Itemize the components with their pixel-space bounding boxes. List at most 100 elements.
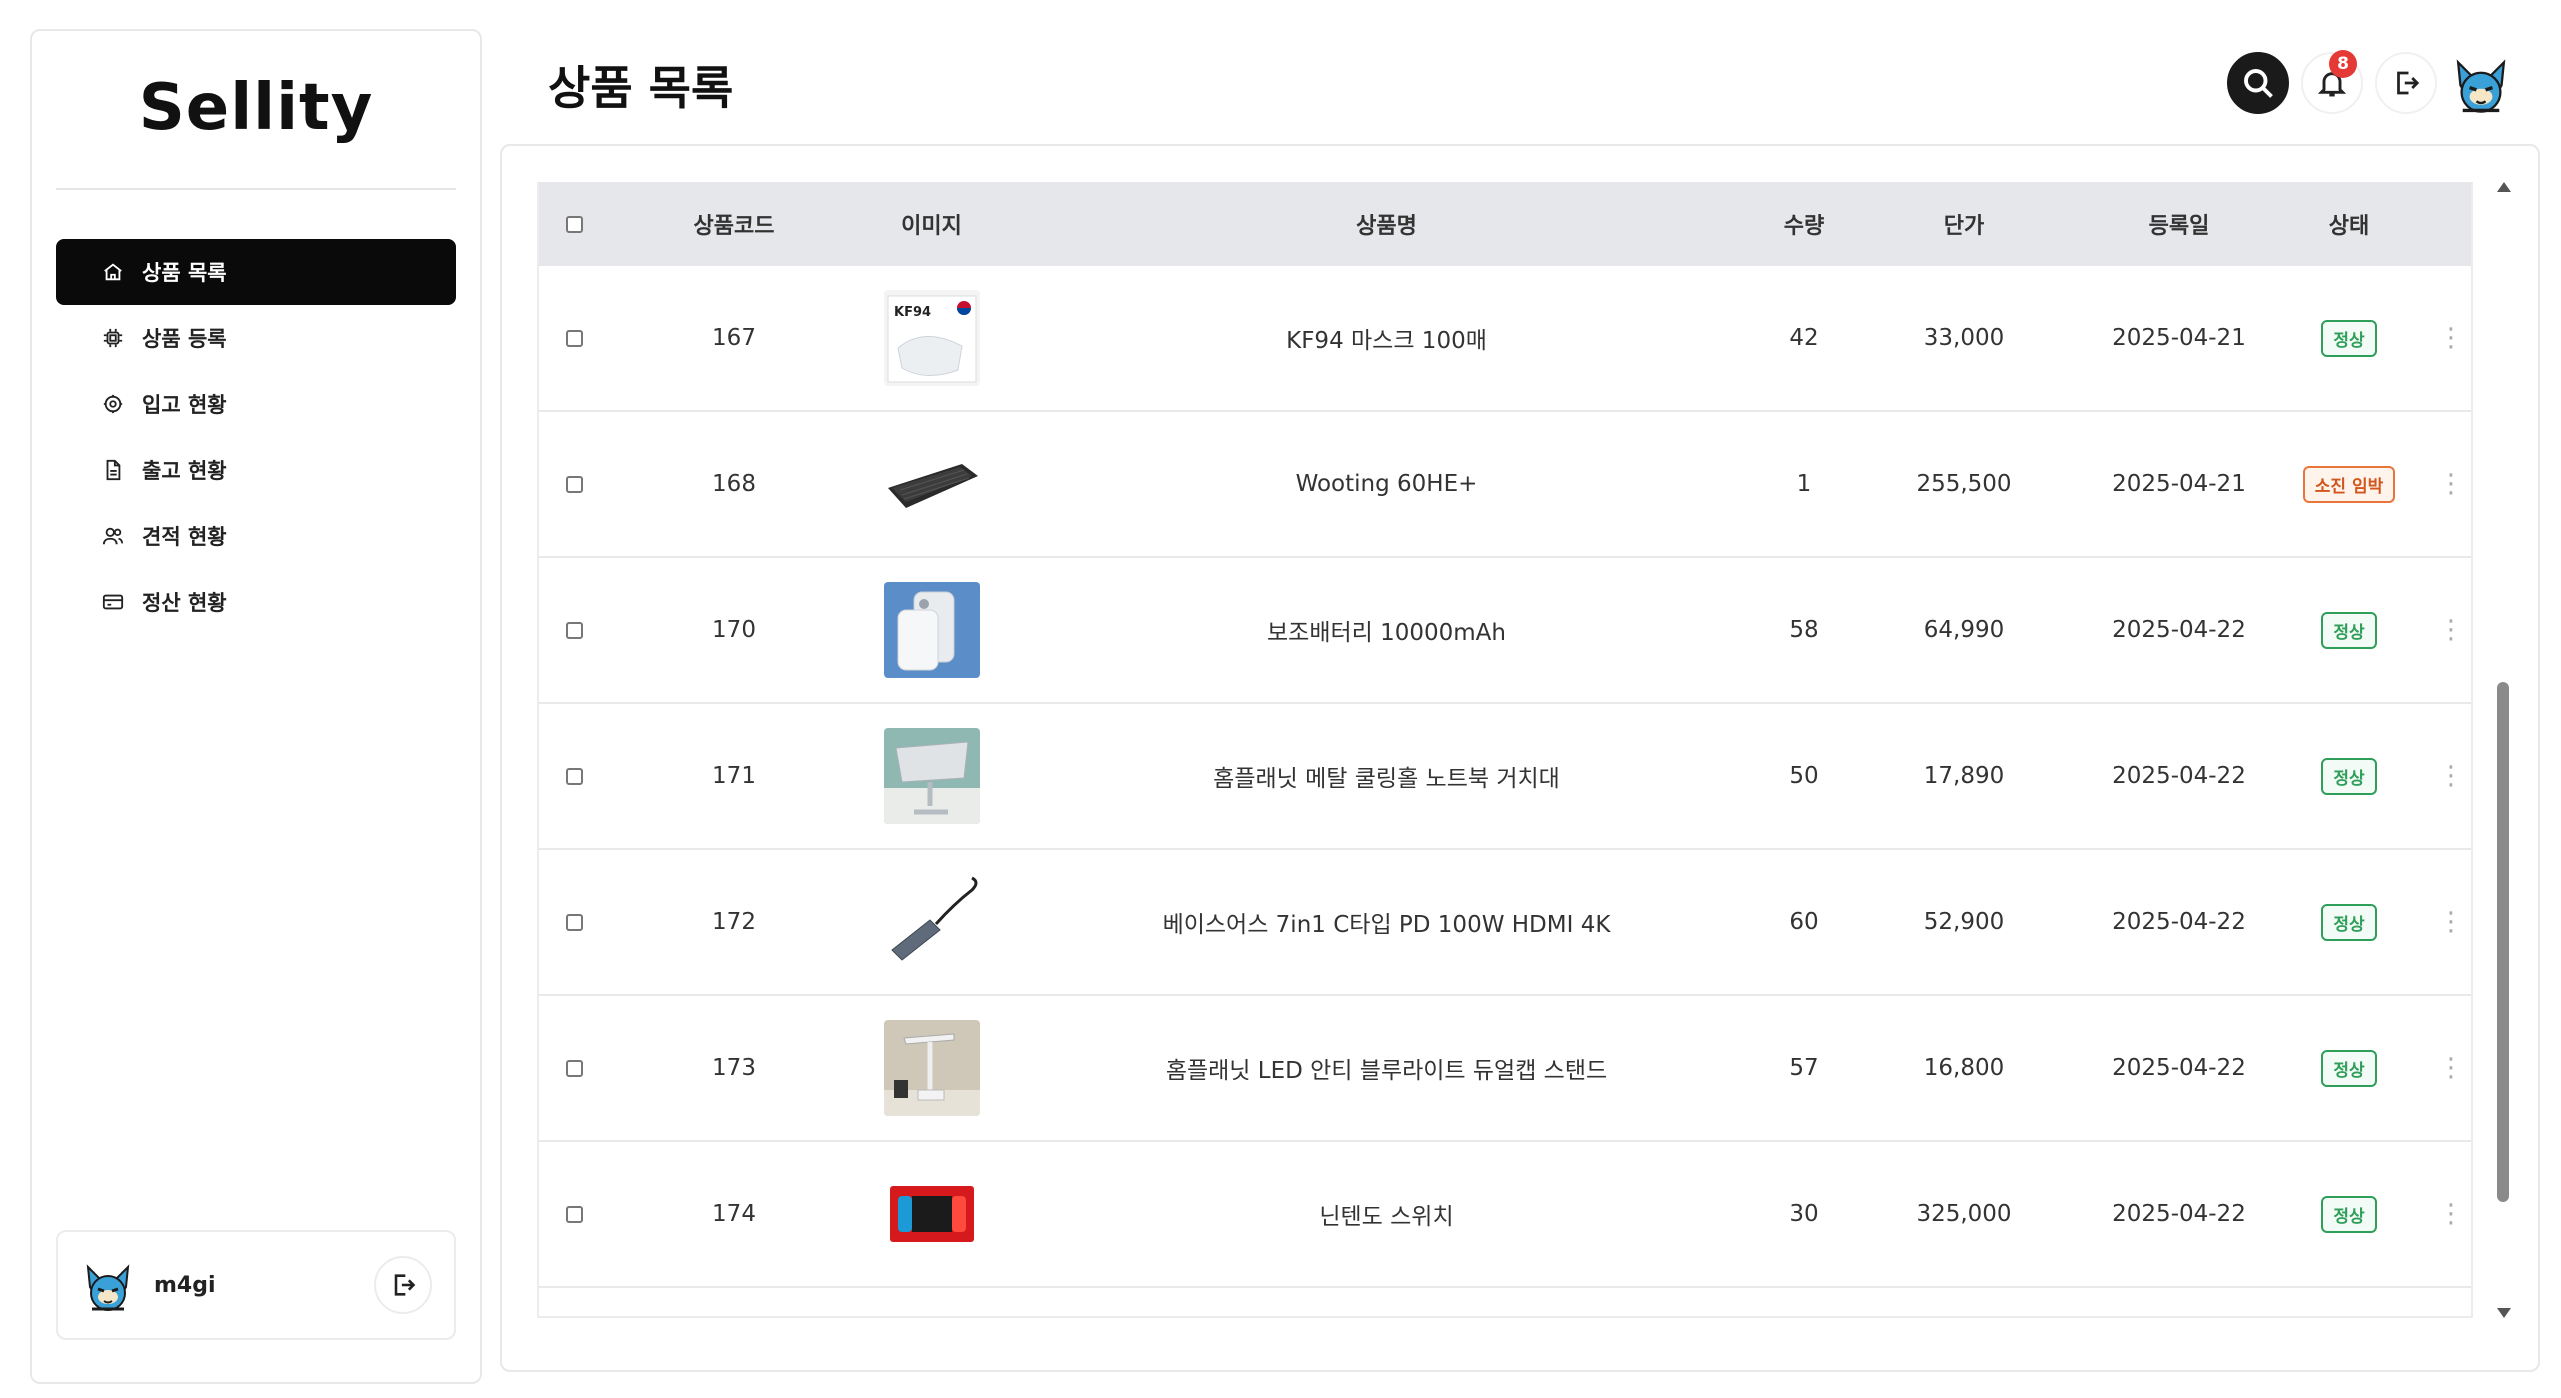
user-name: m4gi bbox=[154, 1272, 216, 1298]
column-header-date[interactable]: 등록일 bbox=[2089, 208, 2269, 240]
product-name[interactable]: Wooting 60HE+ bbox=[1004, 471, 1769, 497]
table-row[interactable]: 168 Wooting 60HE+ 1 255,500 2025-04-21 소… bbox=[539, 412, 2471, 558]
product-price: 325,000 bbox=[1916, 1201, 2012, 1227]
search-button[interactable] bbox=[2227, 52, 2289, 114]
home-icon bbox=[102, 261, 124, 283]
more-options-icon[interactable]: ⋮ bbox=[2429, 323, 2471, 353]
product-name[interactable]: KF94 마스크 100매 bbox=[1004, 321, 1769, 355]
sidebar-item-settlement[interactable]: 정산 현황 bbox=[56, 569, 456, 635]
sidebar-item-product-register[interactable]: 상품 등록 bbox=[56, 305, 456, 371]
column-header-status[interactable]: 상태 bbox=[2269, 208, 2429, 240]
product-qty: 50 bbox=[1789, 763, 1819, 789]
product-code: 171 bbox=[712, 763, 756, 789]
product-date: 2025-04-22 bbox=[2112, 1055, 2246, 1081]
status-badge: 정상 bbox=[2321, 319, 2377, 357]
table-scrollbar[interactable] bbox=[2495, 182, 2511, 1318]
logout-icon bbox=[394, 1274, 416, 1296]
row-checkbox[interactable] bbox=[565, 329, 583, 347]
notification-badge: 8 bbox=[2329, 50, 2357, 78]
product-qty: 60 bbox=[1789, 909, 1819, 935]
sidebar-item-label: 출고 현황 bbox=[142, 459, 227, 483]
product-name[interactable]: 보조배터리 10000mAh bbox=[1004, 613, 1769, 647]
product-date: 2025-04-21 bbox=[2112, 471, 2246, 497]
product-code: 168 bbox=[712, 471, 756, 497]
product-qty: 42 bbox=[1789, 325, 1819, 351]
status-badge: 소진 임박 bbox=[2302, 465, 2396, 503]
scroll-down-arrow[interactable] bbox=[2497, 1308, 2511, 1318]
column-header-code[interactable]: 상품코드 bbox=[609, 208, 859, 240]
sidebar-item-quotes[interactable]: 견적 현황 bbox=[56, 503, 456, 569]
sidebar-item-label: 상품 목록 bbox=[142, 261, 227, 285]
brand-logo[interactable]: Sellity bbox=[32, 71, 480, 145]
column-header-name[interactable]: 상품명 bbox=[1004, 208, 1769, 240]
product-image-keyboard bbox=[883, 436, 980, 532]
status-badge: 정상 bbox=[2321, 1195, 2377, 1233]
scroll-up-arrow[interactable] bbox=[2497, 182, 2511, 192]
row-checkbox[interactable] bbox=[565, 1205, 583, 1223]
product-image-kf94-mask: KF94 bbox=[883, 290, 980, 386]
column-header-image: 이미지 bbox=[901, 214, 962, 239]
more-options-icon[interactable]: ⋮ bbox=[2429, 761, 2471, 791]
user-card: m4gi bbox=[56, 1230, 456, 1340]
sidebar: Sellity 상품 목록 상품 등록 입고 현황 출고 현황 견적 현황 정산… bbox=[30, 29, 482, 1384]
more-options-icon[interactable]: ⋮ bbox=[2429, 615, 2471, 645]
product-code: 172 bbox=[712, 909, 756, 935]
product-price: 64,990 bbox=[1923, 617, 2005, 643]
svg-text:KF94: KF94 bbox=[894, 305, 931, 320]
row-checkbox[interactable] bbox=[565, 767, 583, 785]
page-title: 상품 목록 bbox=[548, 61, 734, 115]
table-row[interactable]: 167 KF94 KF94 마스크 100매 42 33,000 2025-04… bbox=[539, 266, 2471, 412]
cat-avatar-icon[interactable] bbox=[80, 1257, 136, 1313]
table-row[interactable]: 171 홈플래닛 메탈 쿨링홀 노트북 거치대 50 17,890 2025-0… bbox=[539, 704, 2471, 850]
sidebar-item-label: 견적 현황 bbox=[142, 525, 227, 549]
users-icon bbox=[102, 525, 124, 547]
more-options-icon[interactable]: ⋮ bbox=[2429, 469, 2471, 499]
row-checkbox[interactable] bbox=[565, 475, 583, 493]
top-actions: 8 bbox=[2227, 50, 2513, 115]
chip-icon bbox=[102, 327, 124, 349]
scroll-thumb[interactable] bbox=[2497, 682, 2509, 1202]
product-price: 16,800 bbox=[1923, 1055, 2005, 1081]
select-all-checkbox[interactable] bbox=[565, 215, 583, 233]
cat-avatar-icon[interactable] bbox=[2449, 51, 2513, 115]
status-badge: 정상 bbox=[2321, 903, 2377, 941]
table-row[interactable]: 174 닌텐도 스위치 30 325,000 2025-04-22 정상 ⋮ bbox=[539, 1142, 2471, 1288]
row-checkbox[interactable] bbox=[565, 621, 583, 639]
product-name[interactable]: 베이스어스 7in1 C타입 PD 100W HDMI 4K bbox=[1004, 905, 1769, 939]
notification-button[interactable]: 8 bbox=[2301, 50, 2363, 114]
product-name[interactable]: 홈플래닛 메탈 쿨링홀 노트북 거치대 bbox=[1004, 759, 1769, 793]
more-options-icon[interactable]: ⋮ bbox=[2429, 1199, 2471, 1229]
product-date: 2025-04-21 bbox=[2112, 325, 2246, 351]
row-checkbox[interactable] bbox=[565, 1059, 583, 1077]
sidebar-divider bbox=[56, 188, 456, 190]
product-name[interactable]: 홈플래닛 LED 안티 블루라이트 듀얼캡 스탠드 bbox=[1004, 1051, 1769, 1085]
column-header-qty[interactable]: 수량 bbox=[1769, 208, 1839, 240]
gear-icon bbox=[102, 393, 124, 415]
product-price: 52,900 bbox=[1923, 909, 2005, 935]
header-logout-button[interactable] bbox=[2375, 52, 2437, 114]
product-image-nintendo-switch bbox=[883, 1166, 980, 1262]
logout-button[interactable] bbox=[374, 1256, 432, 1314]
logout-icon bbox=[2397, 71, 2420, 95]
sidebar-item-product-list[interactable]: 상품 목록 bbox=[56, 239, 456, 305]
search-icon bbox=[2244, 69, 2273, 98]
sidebar-item-inbound[interactable]: 입고 현황 bbox=[56, 371, 456, 437]
column-header-price[interactable]: 단가 bbox=[1839, 208, 2089, 240]
row-checkbox[interactable] bbox=[565, 913, 583, 931]
sidebar-item-outbound[interactable]: 출고 현황 bbox=[56, 437, 456, 503]
more-options-icon[interactable]: ⋮ bbox=[2429, 1053, 2471, 1083]
more-options-icon[interactable]: ⋮ bbox=[2429, 907, 2471, 937]
product-code: 174 bbox=[712, 1201, 756, 1227]
product-date: 2025-04-22 bbox=[2112, 1201, 2246, 1227]
product-image-usb-hub bbox=[883, 874, 980, 970]
product-date: 2025-04-22 bbox=[2112, 763, 2246, 789]
product-table-card: 상품코드 이미지 상품명 수량 단가 등록일 상태 167 KF94 KF94 … bbox=[500, 144, 2540, 1372]
product-name[interactable]: 닌텐도 스위치 bbox=[1004, 1197, 1769, 1231]
table-row[interactable]: 173 홈플래닛 LED 안티 블루라이트 듀얼캡 스탠드 57 16,800 … bbox=[539, 996, 2471, 1142]
table-row[interactable]: 172 베이스어스 7in1 C타입 PD 100W HDMI 4K 60 52… bbox=[539, 850, 2471, 996]
table-row[interactable]: 170 보조배터리 10000mAh 58 64,990 2025-04-22 … bbox=[539, 558, 2471, 704]
product-code: 173 bbox=[712, 1055, 756, 1081]
product-price: 17,890 bbox=[1923, 763, 2005, 789]
product-qty: 30 bbox=[1789, 1201, 1819, 1227]
sidebar-item-label: 상품 등록 bbox=[142, 327, 227, 351]
